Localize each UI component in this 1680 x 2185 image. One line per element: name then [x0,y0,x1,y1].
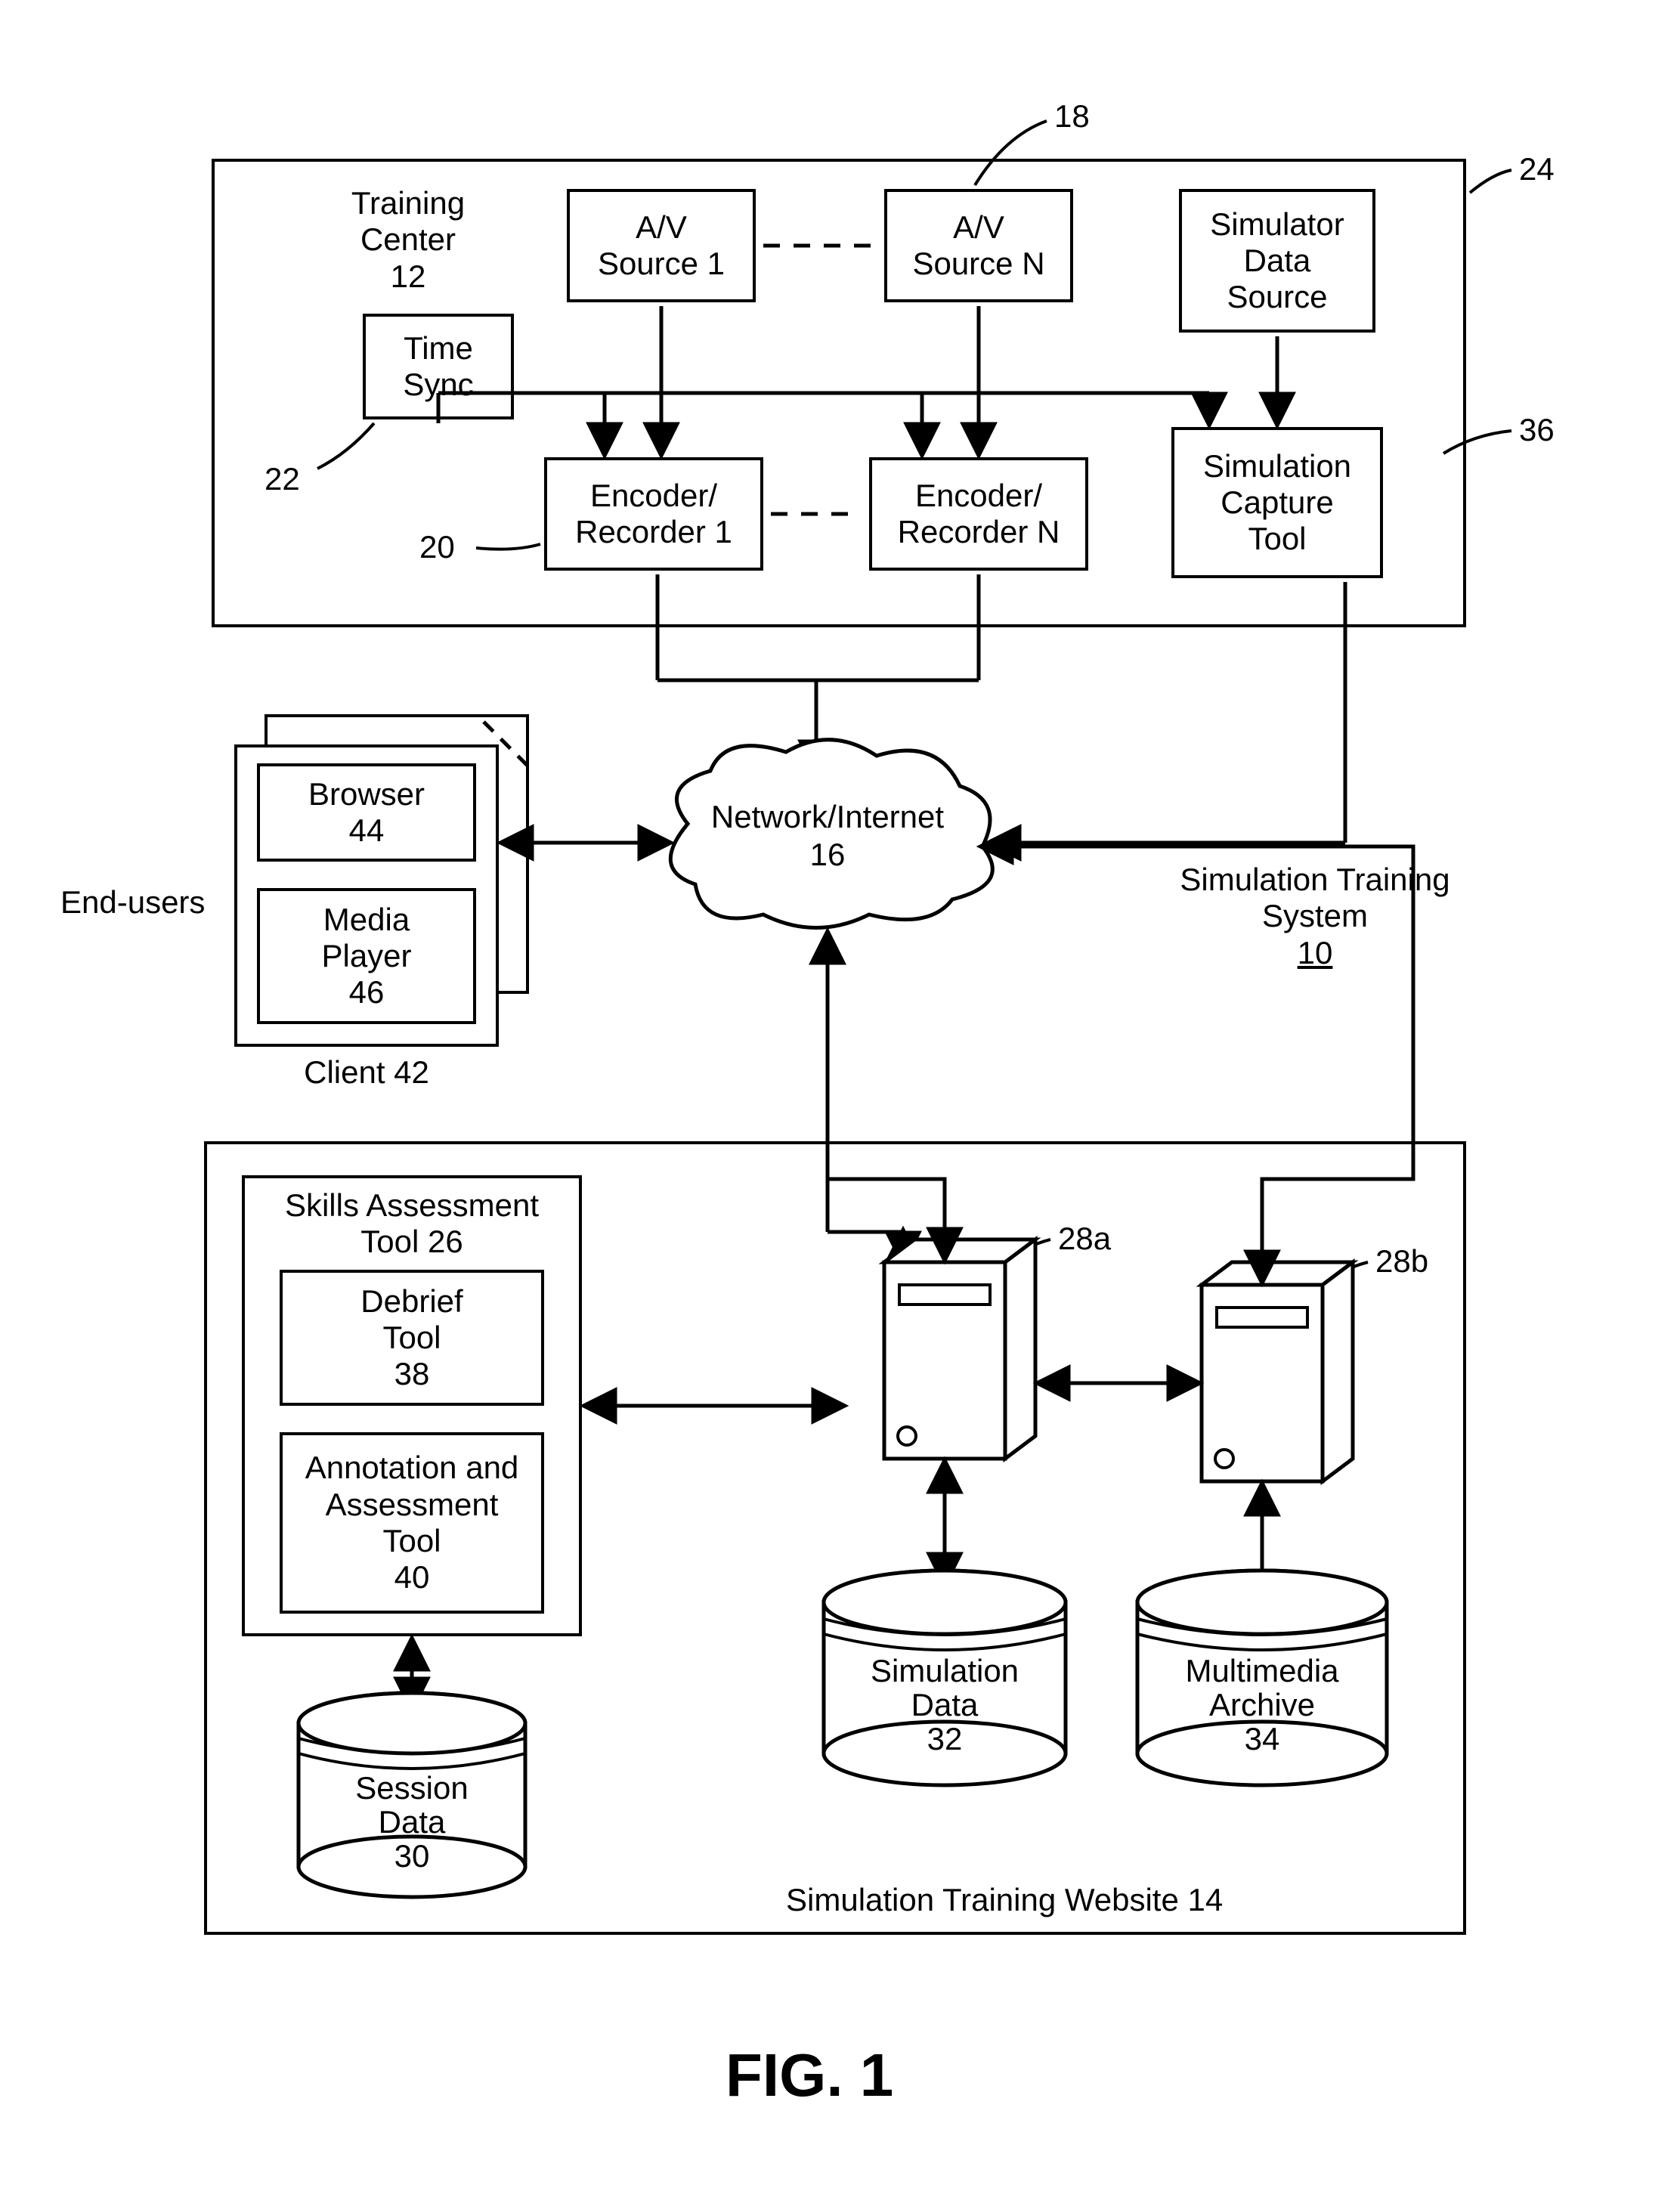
av-source-1: A/V Source 1 [567,189,756,302]
ref-36: 36 [1519,412,1555,448]
training-center-title: Training Center 12 [310,185,506,295]
debrief-tool: Debrief Tool 38 [280,1270,544,1406]
client-browser: Browser 44 [257,763,476,862]
av-source-n: A/V Source N [884,189,1073,302]
simulator-data-source: Simulator Data Source [1179,189,1375,333]
network-cloud: Network/Internet 16 [670,740,992,928]
cloud-text-2: 16 [810,837,846,872]
cloud-text-1: Network/Internet [711,799,944,834]
diagram-canvas: Training Center 12 A/V Source 1 A/V Sour… [0,0,1680,2185]
system-label: Simulation Training System 10 [1156,862,1474,971]
figure-label: FIG. 1 [726,2041,893,2110]
end-users-label: End-users [60,884,227,921]
time-sync: Time Sync [363,314,514,419]
encoder-recorder-n: Encoder/ Recorder N [869,457,1088,571]
ref-28b: 28b [1375,1243,1428,1280]
ref-20: 20 [419,529,455,565]
website-title: Simulation Training Website 14 [786,1882,1360,1918]
ref-22: 22 [265,461,300,497]
simulation-capture-tool: Simulation Capture Tool [1171,427,1383,578]
client-media-player: Media Player 46 [257,888,476,1024]
ref-28a: 28a [1058,1221,1111,1257]
annotation-assessment-tool: Annotation and Assessment Tool 40 [280,1432,544,1614]
ref-24: 24 [1519,151,1555,187]
encoder-recorder-1: Encoder/ Recorder 1 [544,457,763,571]
ref-18: 18 [1054,98,1090,135]
client-title: Client 42 [234,1054,499,1091]
